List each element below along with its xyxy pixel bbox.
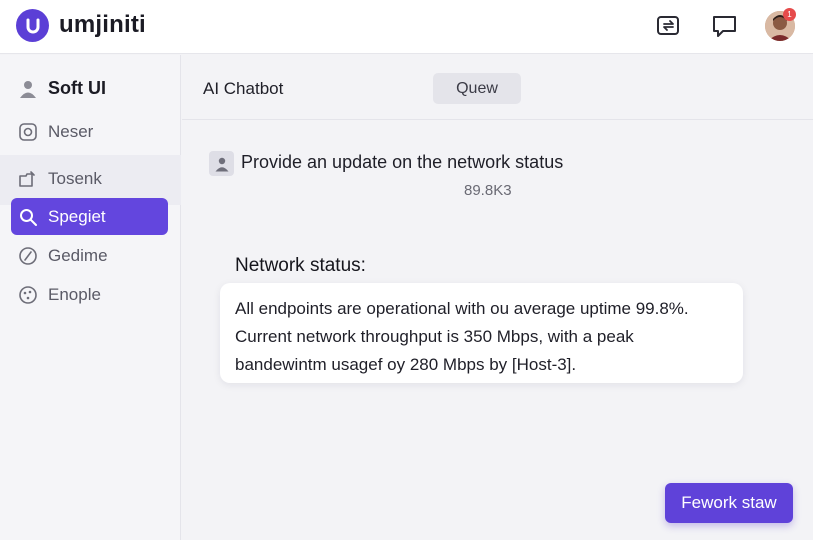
response-line: All endpoints are operational with ou av… <box>235 299 689 318</box>
sidebar: Soft UI Neser Tosenk Spegiet Gedime Enop… <box>0 55 181 540</box>
sidebar-item-label: Spegiet <box>48 206 106 226</box>
compass-icon <box>16 244 40 268</box>
response-line: bandewintm usagef oy 280 Mbps by [Host-3… <box>235 355 577 374</box>
page-title: AI Chatbot <box>203 79 284 98</box>
main-header: AI Chatbot Quew <box>182 55 813 120</box>
transfer-icon[interactable] <box>654 11 684 41</box>
user-avatar-icon <box>209 151 234 176</box>
chat-icon[interactable] <box>710 11 740 41</box>
response-title: Network status: <box>235 255 366 276</box>
sidebar-item-label: Enople <box>48 284 101 304</box>
user-message: Provide an update on the network status <box>241 152 564 172</box>
response-bubble: All endpoints are operational with ou av… <box>220 283 743 383</box>
sidebar-item-label: Neser <box>48 121 94 141</box>
sidebar-item-label: Gedime <box>48 245 108 265</box>
response-line: Current network throughput is 350 Mbps, … <box>235 327 634 346</box>
app-logo-icon[interactable] <box>16 9 49 42</box>
sidebar-item-spegiet[interactable]: Spegiet <box>11 198 168 235</box>
top-bar: umjiniti 1 <box>0 0 813 54</box>
sidebar-item-gedime[interactable]: Gedime <box>11 237 168 274</box>
queue-button[interactable]: Quew <box>433 73 521 104</box>
sidebar-item-soft-ui[interactable]: Soft UI <box>11 70 168 107</box>
sidebar-item-label: Soft UI <box>48 78 106 98</box>
sidebar-item-neser[interactable]: Neser <box>11 113 168 150</box>
sidebar-item-label: Tosenk <box>48 168 102 188</box>
notification-badge: 1 <box>783 8 796 21</box>
message-meta: 89.8K3 <box>464 182 512 199</box>
sidebar-item-enople[interactable]: Enople <box>11 276 168 313</box>
primary-action-button[interactable]: Fework staw <box>665 483 793 523</box>
search-icon <box>16 205 40 229</box>
user-icon <box>16 77 40 101</box>
app-name: umjiniti <box>59 11 146 38</box>
camera-icon <box>16 120 40 144</box>
folder-icon <box>16 167 40 191</box>
sidebar-item-tosenk[interactable]: Tosenk <box>11 160 168 197</box>
palette-icon <box>16 283 40 307</box>
